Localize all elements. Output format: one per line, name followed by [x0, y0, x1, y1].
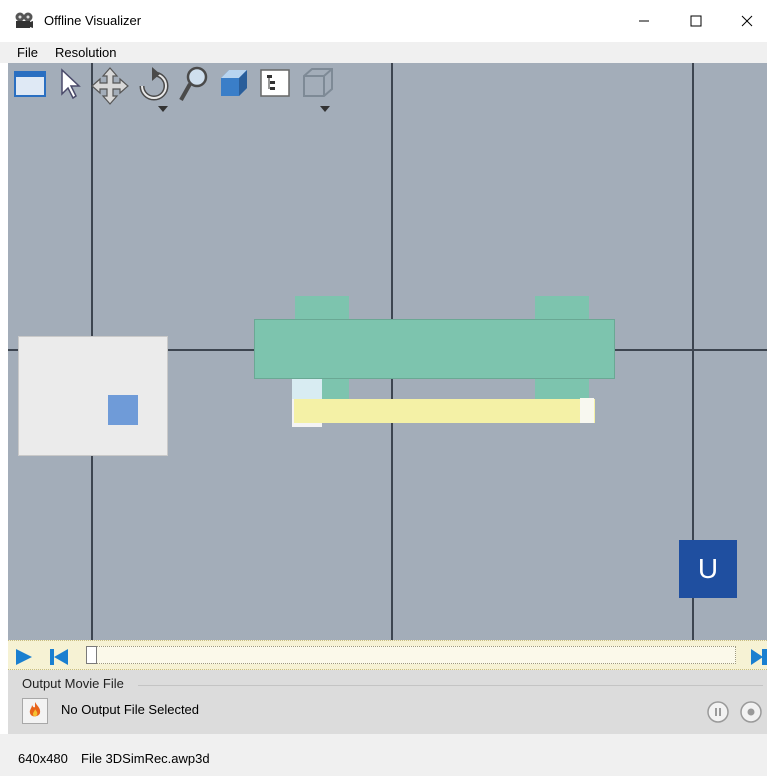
- skip-end-icon[interactable]: [750, 648, 767, 669]
- close-button[interactable]: [724, 0, 767, 42]
- yellow-bar-cap: [580, 398, 594, 423]
- viewport-toolbar: [8, 63, 348, 115]
- rewind-icon[interactable]: [48, 648, 70, 669]
- title-bar: Offline Visualizer: [0, 0, 767, 42]
- wireframe-icon[interactable]: [298, 66, 338, 112]
- zoom-icon[interactable]: [176, 66, 210, 108]
- green-block: [322, 379, 349, 399]
- film-reel-icon: [14, 11, 34, 29]
- record-icon[interactable]: [739, 700, 763, 727]
- minimap[interactable]: [18, 336, 168, 456]
- pause-icon[interactable]: [706, 700, 730, 727]
- output-status-text: No Output File Selected: [61, 702, 200, 717]
- maximize-button[interactable]: [673, 0, 719, 42]
- playback-bar: [8, 640, 767, 670]
- timeline-handle[interactable]: [86, 646, 97, 664]
- green-beam: [254, 319, 615, 379]
- menu-resolution[interactable]: Resolution: [55, 45, 116, 60]
- green-block: [535, 296, 589, 320]
- light-blue-block: [292, 379, 322, 399]
- divider: [138, 685, 763, 686]
- view-u-button[interactable]: U: [679, 540, 737, 598]
- flame-icon: [27, 701, 43, 722]
- minimap-marker: [108, 395, 138, 425]
- rotate-icon[interactable]: [134, 66, 174, 112]
- play-icon[interactable]: [14, 648, 34, 669]
- tree-icon[interactable]: [258, 66, 292, 108]
- green-block: [535, 379, 589, 399]
- pointer-icon[interactable]: [54, 66, 84, 108]
- minimize-button[interactable]: [621, 0, 667, 42]
- select-output-button[interactable]: [22, 698, 48, 724]
- yellow-bar: [294, 399, 595, 423]
- output-movie-group: Output Movie File No Output File Selecte…: [8, 670, 767, 734]
- cube-icon[interactable]: [216, 66, 252, 108]
- timeline-scrubber[interactable]: [86, 646, 736, 664]
- move-icon[interactable]: [90, 66, 130, 108]
- status-file: File 3DSimRec.awp3d: [81, 751, 210, 766]
- window-title: Offline Visualizer: [44, 13, 142, 28]
- status-resolution: 640x480: [18, 751, 68, 766]
- window-icon[interactable]: [12, 66, 48, 108]
- status-bar: 640x480 File 3DSimRec.awp3d: [0, 734, 767, 776]
- viewport-3d[interactable]: U: [8, 63, 767, 640]
- menu-file[interactable]: File: [17, 45, 38, 60]
- green-block: [295, 296, 349, 320]
- output-group-label: Output Movie File: [22, 676, 124, 691]
- menu-bar: File Resolution: [0, 42, 767, 63]
